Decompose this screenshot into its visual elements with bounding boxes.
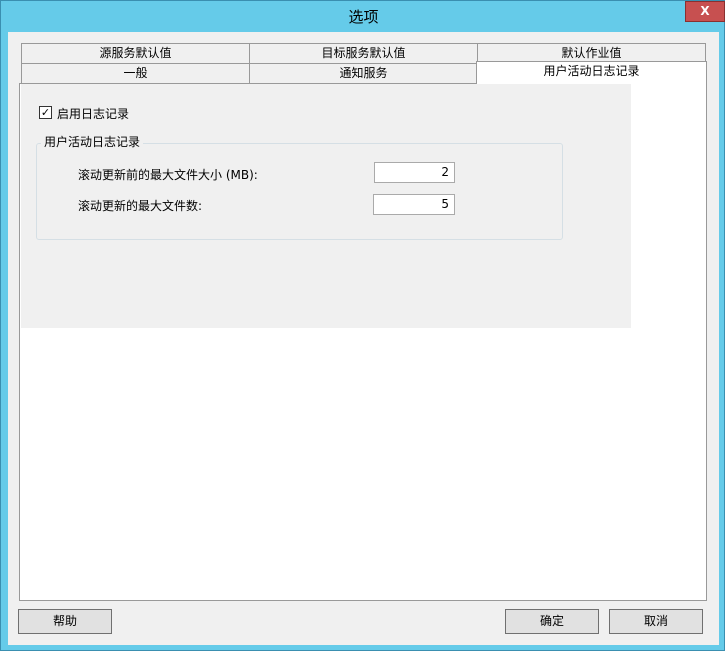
enable-logging-checkbox[interactable]: ✓ xyxy=(39,106,52,119)
enable-logging-label: 启用日志记录 xyxy=(57,107,130,121)
max-files-input[interactable]: 5 xyxy=(373,194,455,215)
tab-general[interactable]: 一般 xyxy=(21,63,250,84)
options-dialog: 选项 X 源服务默认值 目标服务默认值 默认作业值 一般 通知服务 用户活动日志… xyxy=(0,0,725,651)
max-size-input[interactable]: 2 xyxy=(374,162,455,183)
help-button[interactable]: 帮助 xyxy=(18,609,112,634)
max-size-label: 滚动更新前的最大文件大小 (MB): xyxy=(78,168,258,182)
max-files-label: 滚动更新的最大文件数: xyxy=(78,199,203,213)
group-title: 用户活动日志记录 xyxy=(41,133,144,150)
cancel-button[interactable]: 取消 xyxy=(609,609,703,634)
close-button[interactable]: X xyxy=(685,1,725,22)
ok-button[interactable]: 确定 xyxy=(505,609,599,634)
window-title: 选项 xyxy=(348,8,379,26)
tab-notification-services[interactable]: 通知服务 xyxy=(249,63,478,84)
logging-group xyxy=(36,143,563,240)
tab-user-activity-logging[interactable]: 用户活动日志记录 xyxy=(476,61,707,84)
tab-source-service-defaults[interactable]: 源服务默认值 xyxy=(21,43,250,64)
tab-target-service-defaults[interactable]: 目标服务默认值 xyxy=(249,43,478,64)
